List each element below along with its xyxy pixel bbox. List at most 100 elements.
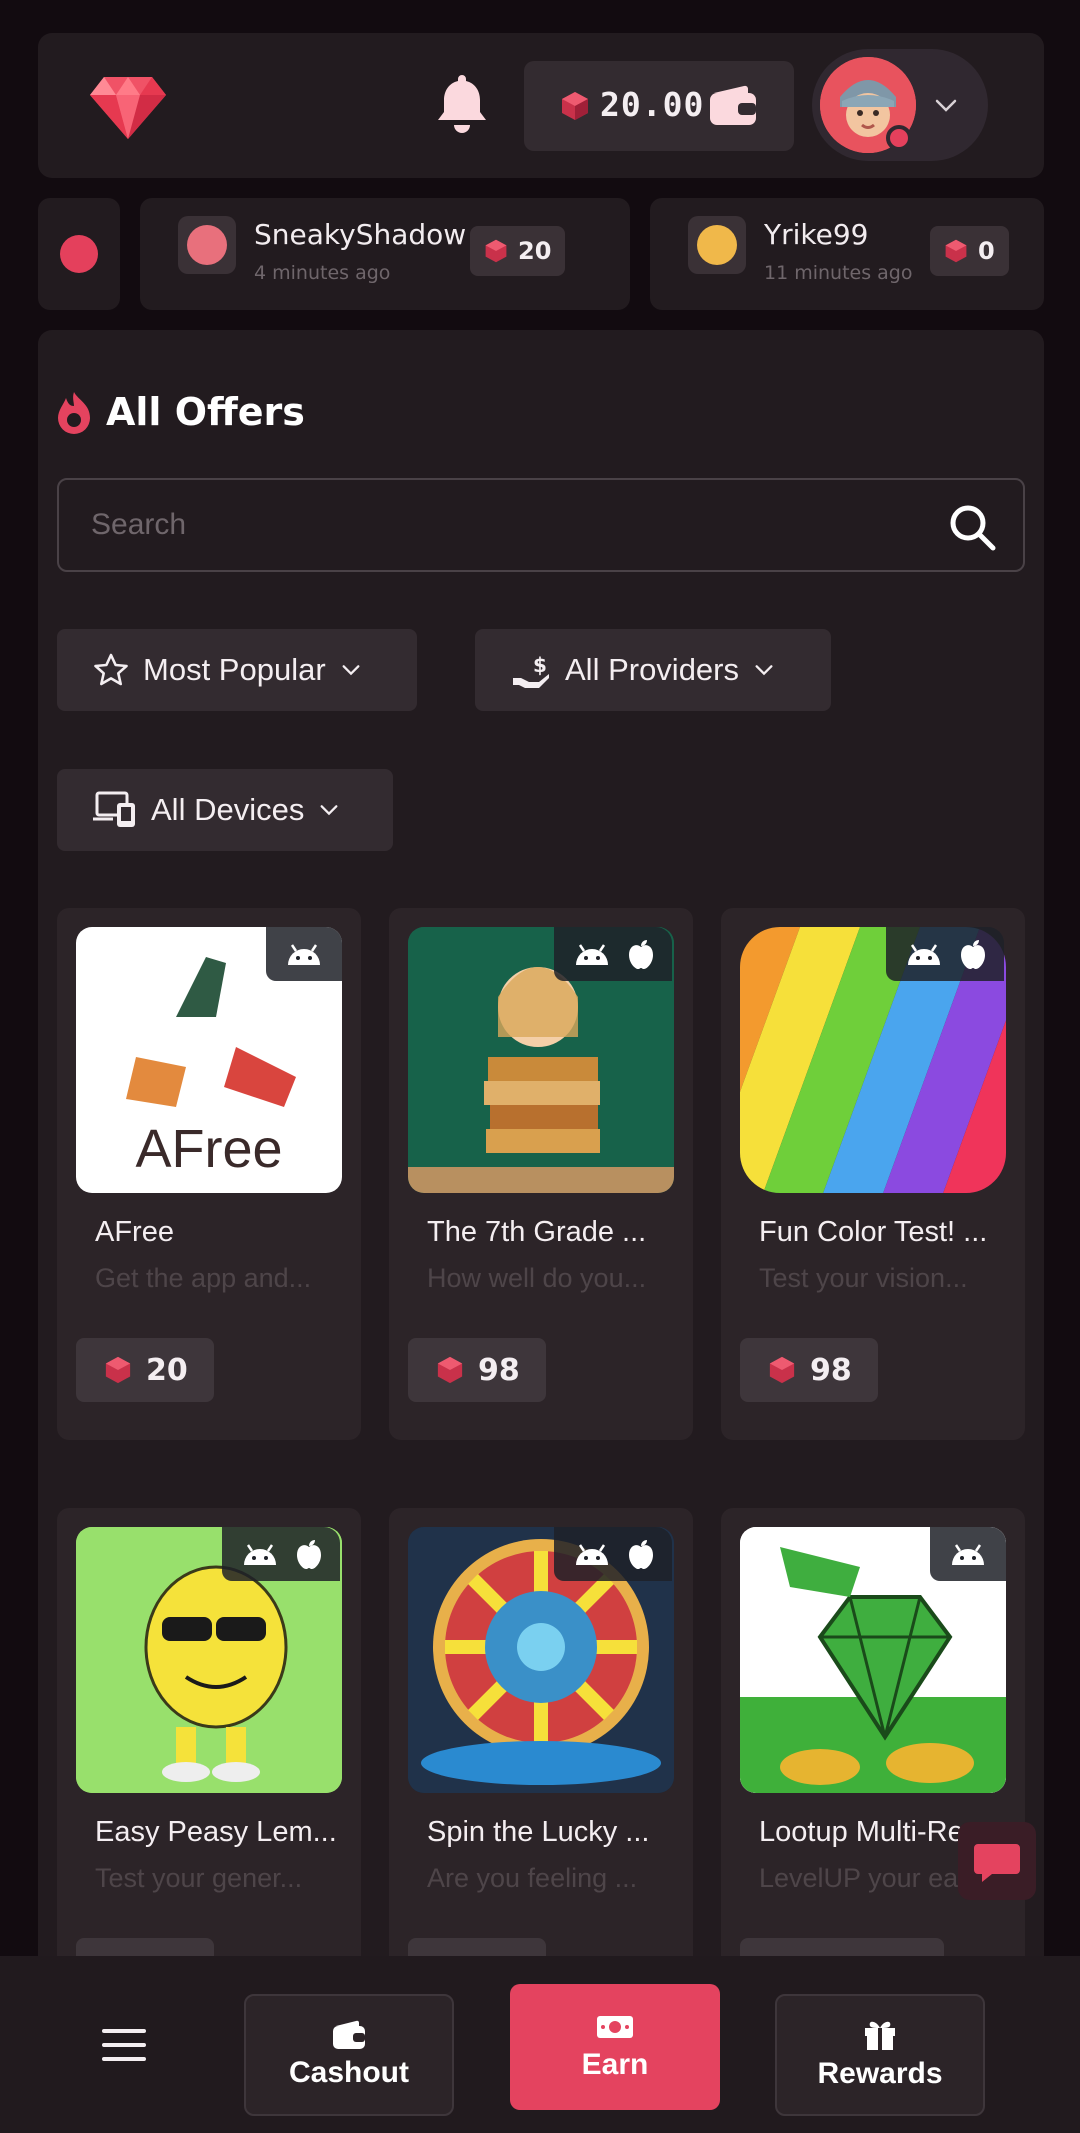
offer-reward: 98 [408, 1338, 546, 1402]
offer-description: Test your vision... [759, 1263, 968, 1293]
activity-amount-value: 20 [518, 237, 552, 265]
platform-badge [266, 927, 342, 981]
ruby-icon [485, 239, 507, 263]
chevron-down-icon [320, 805, 338, 816]
offer-description: Get the app and... [95, 1263, 312, 1293]
earn-label: Earn [581, 2048, 649, 2081]
platform-badge [886, 927, 1004, 981]
chevron-down-icon [935, 99, 957, 112]
wallet-icon[interactable] [708, 85, 758, 127]
activity-username: Yrike99 [764, 218, 869, 251]
live-dot-icon [60, 235, 98, 273]
page-title: All Offers [106, 390, 305, 434]
android-icon [952, 1544, 984, 1565]
devices-filter-label: All Devices [151, 792, 305, 827]
android-icon [908, 944, 940, 965]
offer-description: Are you feeling ... [427, 1863, 638, 1893]
search-icon[interactable] [947, 502, 997, 552]
chevron-down-icon [755, 665, 773, 676]
cashout-label: Cashout [289, 2056, 409, 2089]
balance-display[interactable]: 20.00 [524, 61, 794, 151]
ruby-icon [945, 239, 967, 263]
android-icon [288, 944, 320, 965]
ruby-gem-logo-icon[interactable] [90, 75, 166, 139]
offer-description: LevelUP your ea [759, 1863, 959, 1893]
activity-item: SneakyShadow 4 minutes ago 20 [140, 198, 630, 310]
offer-reward-value: 20 [146, 1352, 188, 1388]
star-icon [94, 653, 128, 686]
providers-filter-dropdown[interactable]: $ All Providers [475, 629, 831, 711]
offer-reward-value: 98 [810, 1352, 852, 1388]
ruby-icon [437, 1356, 463, 1384]
chat-bubble-icon [974, 1844, 1020, 1882]
hamburger-menu-icon[interactable] [100, 2026, 148, 2064]
offer-card[interactable]: Fun Color Test! ... Test your vision... … [721, 908, 1025, 1440]
top-bar: 20.00 [38, 33, 1044, 178]
offer-reward-value: 98 [478, 1352, 520, 1388]
offer-reward: 98 [740, 1338, 878, 1402]
rewards-label: Rewards [817, 2057, 943, 2090]
sort-filter-dropdown[interactable]: Most Popular [57, 629, 417, 711]
devices-filter-dropdown[interactable]: All Devices [57, 769, 393, 851]
gift-icon [865, 2021, 895, 2050]
offer-title: The 7th Grade ... [427, 1216, 647, 1248]
apple-icon [629, 940, 653, 969]
activity-item: Yrike99 11 minutes ago 0 [650, 198, 1044, 310]
ruby-icon [105, 1356, 131, 1384]
activity-avatar [178, 216, 236, 274]
platform-badge [554, 927, 672, 981]
offer-title: Lootup Multi-Re [759, 1816, 964, 1848]
search-box[interactable] [57, 478, 1025, 572]
offer-card[interactable]: The 7th Grade ... How well do you... 98 [389, 908, 693, 1440]
section-header: All Offers [54, 390, 305, 434]
offer-reward: 20 [76, 1338, 214, 1402]
platform-badge [554, 1527, 672, 1581]
wallet-icon [333, 2020, 365, 2049]
rewards-button[interactable]: Rewards [775, 1994, 985, 2116]
offers-panel: All Offers Most Popular $ All Providers [38, 330, 1044, 2108]
activity-time: 11 minutes ago [764, 262, 913, 284]
activity-amount-value: 0 [978, 237, 995, 265]
activity-amount: 20 [470, 226, 566, 276]
bell-icon[interactable] [436, 73, 488, 133]
apple-icon [961, 940, 985, 969]
activity-avatar [688, 216, 746, 274]
android-icon [576, 1544, 608, 1565]
offer-card[interactable]: AFree AFree Get the app and... 20 [57, 908, 361, 1440]
android-icon [244, 1544, 276, 1565]
android-icon [576, 944, 608, 965]
search-input[interactable] [91, 500, 891, 550]
ruby-icon [562, 92, 588, 120]
balance-amount: 20.00 [600, 85, 705, 124]
bottom-navigation: Cashout Earn Rewards [0, 1956, 1080, 2133]
fire-icon [58, 392, 90, 434]
activity-username: SneakyShadow [254, 218, 467, 251]
cashout-button[interactable]: Cashout [244, 1994, 454, 2116]
platform-badge [930, 1527, 1006, 1581]
chevron-down-icon [342, 665, 360, 676]
profile-menu[interactable] [812, 49, 988, 161]
ruby-icon [769, 1356, 795, 1384]
sort-filter-label: Most Popular [143, 652, 326, 687]
svg-text:$: $ [533, 653, 547, 677]
svg-text:AFree: AFree [135, 1119, 282, 1179]
activity-time: 4 minutes ago [254, 262, 391, 284]
apple-icon [629, 1540, 653, 1569]
hand-money-icon: $ [513, 653, 549, 688]
offer-title: Fun Color Test! ... [759, 1216, 988, 1248]
live-indicator [38, 198, 120, 310]
providers-filter-label: All Providers [565, 652, 739, 687]
status-dot [886, 125, 912, 151]
chat-button[interactable] [958, 1822, 1036, 1900]
money-bill-icon [597, 2016, 633, 2038]
earn-button[interactable]: Earn [510, 1984, 720, 2110]
offer-title: AFree [95, 1216, 174, 1248]
offer-title: Easy Peasy Lem... [95, 1816, 337, 1848]
platform-badge [222, 1527, 340, 1581]
apple-icon [297, 1540, 321, 1569]
offer-description: How well do you... [427, 1263, 647, 1293]
activity-amount: 0 [930, 226, 1009, 276]
offer-description: Test your gener... [95, 1863, 303, 1893]
offer-title: Spin the Lucky ... [427, 1816, 650, 1848]
devices-icon [93, 791, 135, 827]
